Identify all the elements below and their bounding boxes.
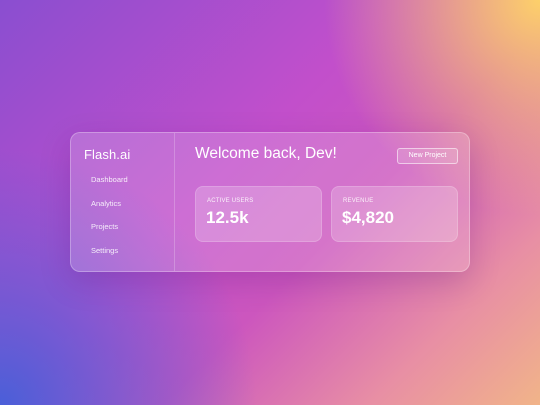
sidebar-item-dashboard[interactable]: Dashboard bbox=[91, 175, 128, 199]
sidebar-item-settings[interactable]: Settings bbox=[91, 246, 128, 270]
sidebar-nav: Dashboard Analytics Projects Settings bbox=[91, 175, 128, 270]
new-project-button[interactable]: New Project bbox=[397, 148, 458, 164]
sidebar-item-projects[interactable]: Projects bbox=[91, 222, 128, 246]
revenue-card: REVENUE $4,820 bbox=[331, 186, 458, 242]
active-users-card: ACTIVE USERS 12.5k bbox=[195, 186, 322, 242]
revenue-value: $4,820 bbox=[342, 208, 394, 227]
brand-logo: Flash.ai bbox=[84, 147, 131, 162]
revenue-label: REVENUE bbox=[343, 198, 374, 204]
active-users-value: 12.5k bbox=[206, 208, 249, 227]
dashboard-card: Flash.ai Dashboard Analytics Projects Se… bbox=[70, 132, 470, 272]
active-users-label: ACTIVE USERS bbox=[207, 198, 254, 204]
page-title: Welcome back, Dev! bbox=[195, 145, 337, 162]
sidebar: Flash.ai Dashboard Analytics Projects Se… bbox=[71, 133, 175, 271]
sidebar-item-analytics[interactable]: Analytics bbox=[91, 199, 128, 223]
